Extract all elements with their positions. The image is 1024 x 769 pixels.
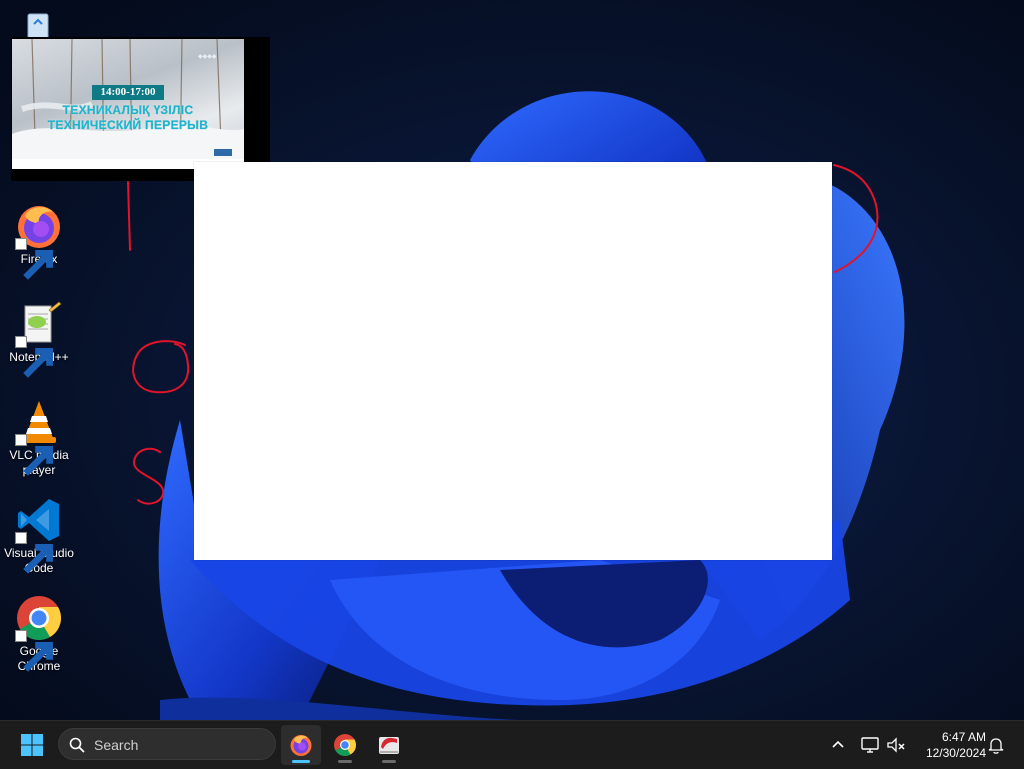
- pip-video-frame[interactable]: ◆◆◆◆ 14:00-17:00 ТЕХНИКАЛЫҚ ҮЗІЛІС ТЕХНИ…: [12, 39, 244, 169]
- running-indicator: [382, 760, 396, 763]
- running-indicator: [292, 760, 310, 763]
- vscode-icon: [15, 496, 63, 574]
- shortcut-arrow-icon: [15, 336, 53, 378]
- taskbar: Search 6:47 AM 12/30/2024: [0, 720, 1024, 769]
- desktop-icon-notepadpp[interactable]: Notepad++: [1, 300, 77, 378]
- desktop-icon-vscode[interactable]: Visual Studio Code: [1, 496, 77, 576]
- desktop-icon-chrome[interactable]: Google Chrome: [1, 594, 77, 674]
- bell-icon[interactable]: [986, 735, 1006, 755]
- network-icon[interactable]: [860, 735, 880, 755]
- taskbar-app-chrome[interactable]: [325, 725, 365, 765]
- notepadpp-icon: [15, 300, 63, 378]
- chrome-icon: [334, 734, 356, 756]
- search-icon: [69, 737, 85, 753]
- clock-date: 12/30/2024: [925, 746, 986, 760]
- pip-watermark: ◆◆◆◆: [198, 54, 217, 60]
- windows-start-icon: [21, 734, 43, 756]
- pip-text-line2: ТЕХНИЧЕСКИЙ ПЕРЕРЫВ: [47, 118, 209, 132]
- taskbar-app-presentation[interactable]: [369, 725, 409, 765]
- search-label: Search: [94, 737, 139, 753]
- shortcut-arrow-icon: [15, 532, 53, 574]
- chevron-up-icon[interactable]: [828, 735, 848, 755]
- start-button[interactable]: [12, 725, 52, 765]
- blank-window[interactable]: [194, 162, 832, 560]
- chrome-icon: [15, 594, 63, 672]
- presentation-app-icon: [379, 737, 399, 754]
- picture-in-picture-window[interactable]: ◆◆◆◆ 14:00-17:00 ТЕХНИКАЛЫҚ ҮЗІЛІС ТЕХНИ…: [11, 37, 272, 181]
- vlc-icon: [15, 398, 63, 476]
- shortcut-arrow-icon: [15, 434, 53, 476]
- firefox-icon: [290, 735, 312, 756]
- volume-muted-icon[interactable]: [886, 735, 906, 755]
- taskbar-clock[interactable]: 6:47 AM 12/30/2024: [914, 729, 986, 761]
- shortcut-arrow-icon: [15, 238, 53, 280]
- running-indicator: [338, 760, 352, 763]
- taskbar-search-box[interactable]: Search: [58, 728, 276, 760]
- pip-text-line1: ТЕХНИКАЛЫҚ ҮЗІЛІС: [62, 103, 194, 117]
- clock-time: 6:47 AM: [941, 730, 986, 744]
- taskbar-app-firefox[interactable]: [281, 725, 321, 765]
- pip-small-button: [214, 149, 232, 156]
- pip-time-banner: 14:00-17:00: [92, 85, 164, 100]
- shortcut-arrow-icon: [15, 630, 53, 672]
- desktop-icon-vlc[interactable]: VLC media player: [1, 398, 77, 478]
- firefox-icon: [15, 202, 63, 280]
- desktop-icon-firefox[interactable]: Firefox: [1, 202, 77, 280]
